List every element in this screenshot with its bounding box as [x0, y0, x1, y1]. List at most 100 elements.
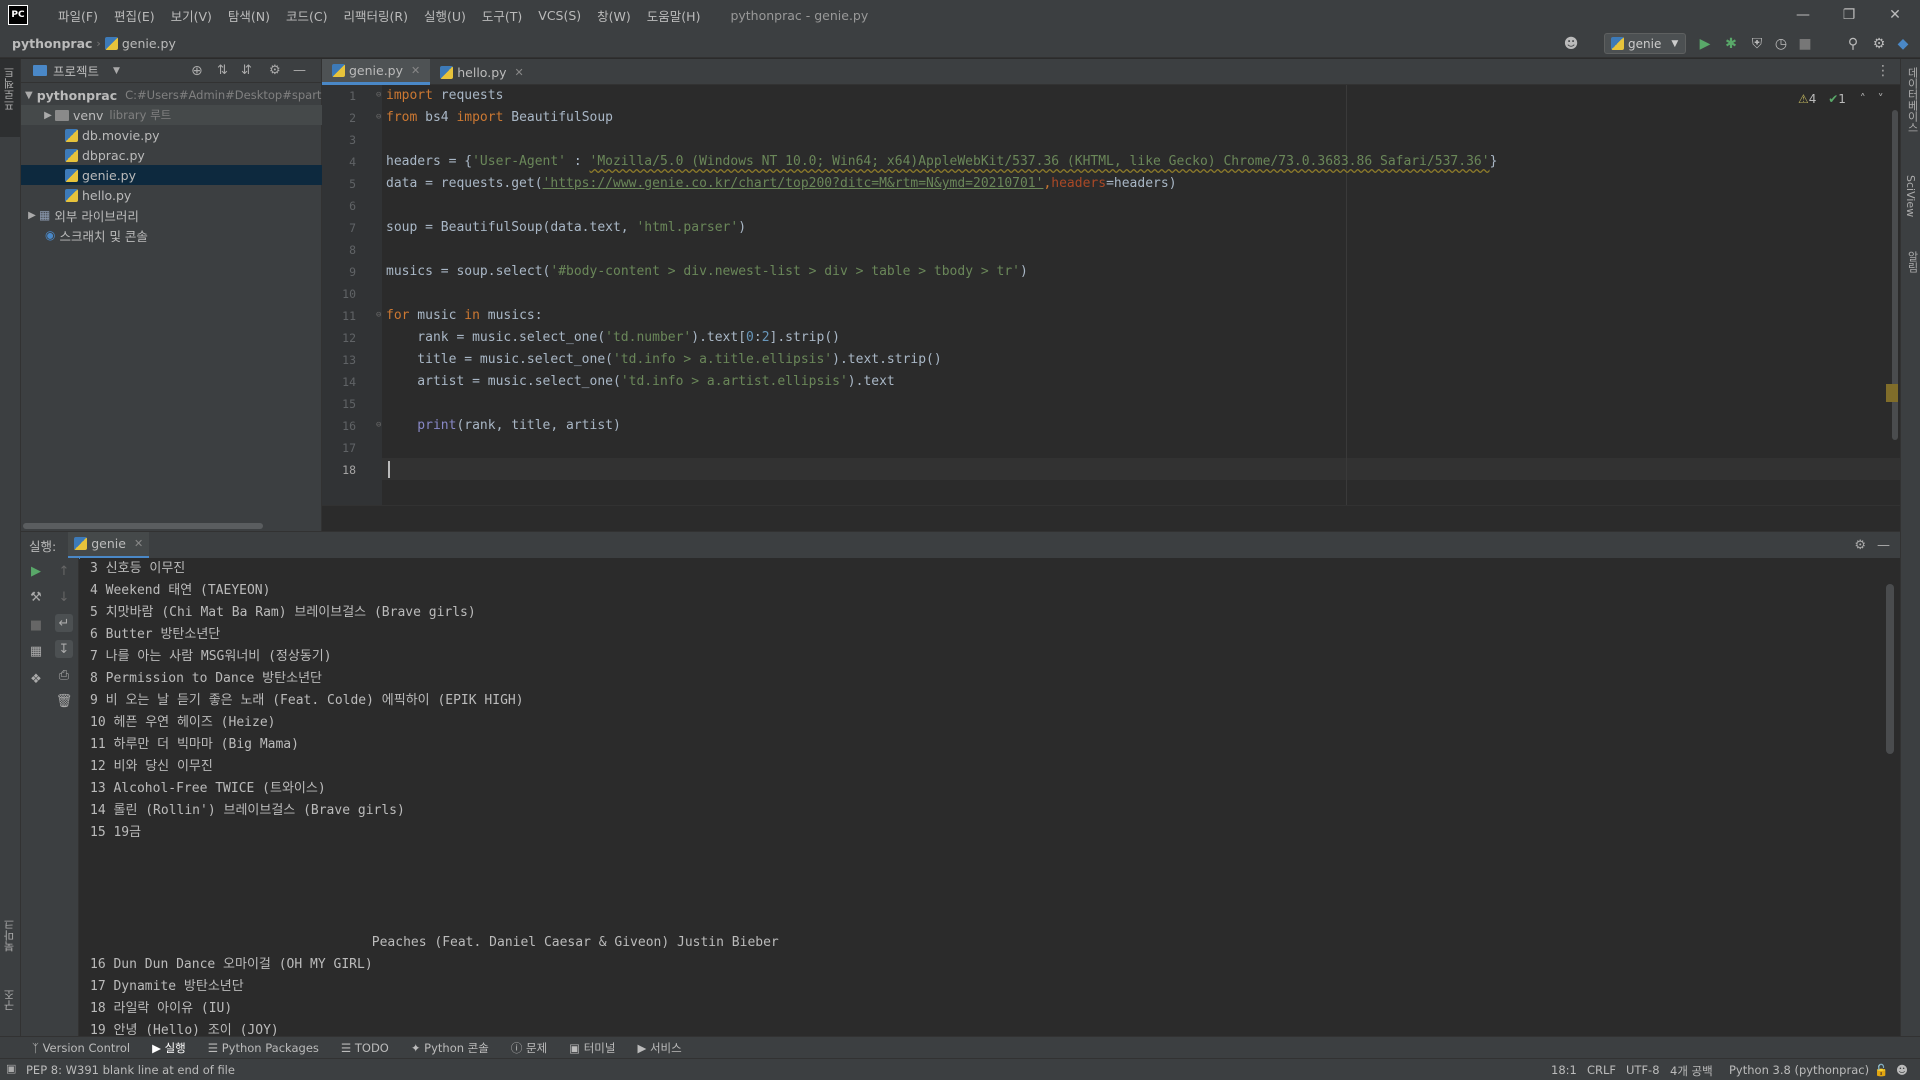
- code-editor[interactable]: import requests from bs4 import Beautifu…: [382, 85, 1900, 505]
- sciview-tool-button[interactable]: SciView: [1904, 175, 1917, 217]
- project-scrollbar[interactable]: [23, 523, 263, 529]
- tree-item-scratches[interactable]: ◉ 스크래치 및 콘솔: [21, 225, 322, 245]
- indent-setting[interactable]: 4개 공백: [1670, 1063, 1713, 1079]
- run-config-select[interactable]: genie ▼: [1604, 33, 1686, 54]
- expand-all-icon[interactable]: ⇅: [217, 63, 228, 78]
- menu-tools[interactable]: 도구(T): [474, 0, 530, 30]
- menu-edit[interactable]: 편집(E): [106, 0, 163, 30]
- tool-windows-toggle-icon[interactable]: ▣: [6, 1062, 16, 1075]
- tool-todo[interactable]: ☰ TODO: [341, 1041, 389, 1055]
- stop-icon[interactable]: ■: [27, 616, 45, 634]
- tool-run[interactable]: ▶ 실행: [152, 1040, 186, 1056]
- line-separator[interactable]: CRLF: [1587, 1063, 1616, 1077]
- profile-icon[interactable]: ◷: [1772, 35, 1790, 53]
- tree-item-file-selected[interactable]: genie.py: [21, 165, 322, 185]
- menu-refactor[interactable]: 리팩터링(R): [336, 0, 416, 30]
- wrench-icon[interactable]: ⚒: [27, 588, 45, 606]
- gear-icon[interactable]: ⚙: [269, 63, 281, 78]
- fold-marker-icon[interactable]: ⊖: [376, 112, 381, 122]
- chevron-up-icon[interactable]: ˄: [1860, 92, 1866, 106]
- close-icon[interactable]: ✕: [515, 66, 524, 79]
- layout-icon[interactable]: ▦: [27, 642, 45, 660]
- tool-python-console[interactable]: ✦ Python 콘솔: [411, 1040, 489, 1056]
- menu-help[interactable]: 도움말(H): [639, 0, 709, 30]
- project-panel-title[interactable]: 프로젝트: [53, 61, 99, 80]
- search-icon[interactable]: ⚲: [1844, 35, 1862, 53]
- lock-icon[interactable]: 🔓: [1874, 1063, 1888, 1077]
- breadcrumb-file[interactable]: genie.py: [101, 36, 180, 51]
- close-icon[interactable]: ✕: [411, 64, 420, 77]
- python-interpreter[interactable]: Python 3.8 (pythonprac): [1729, 1063, 1869, 1077]
- user-icon[interactable]: ☻: [1562, 35, 1580, 53]
- tab-genie-py[interactable]: genie.py ✕: [322, 59, 431, 85]
- locate-icon[interactable]: ⊕: [191, 63, 203, 79]
- hide-panel-icon[interactable]: —: [293, 63, 306, 78]
- caret-position[interactable]: 18:1: [1551, 1063, 1577, 1077]
- breadcrumb-project[interactable]: pythonprac: [8, 36, 96, 51]
- scroll-to-end-icon[interactable]: ↧: [55, 640, 73, 658]
- console-line: 13 Alcohol-Free TWICE (트와이스): [90, 781, 326, 796]
- rerun-icon[interactable]: ▶: [27, 562, 45, 580]
- structure-tool-button[interactable]: 구조: [2, 989, 18, 1011]
- chevron-down-icon[interactable]: ▼: [25, 90, 33, 101]
- menu-vcs[interactable]: VCS(S): [530, 0, 589, 30]
- menu-code[interactable]: 코드(C): [278, 0, 335, 30]
- run-tab-genie[interactable]: genie ✕: [68, 531, 150, 559]
- more-options-icon[interactable]: ⋮: [1876, 63, 1890, 79]
- fold-marker-icon[interactable]: ⊖: [376, 90, 381, 100]
- project-tool-button[interactable]: 프로젝트: [2, 67, 18, 111]
- tool-services[interactable]: ▶ 서비스: [637, 1040, 681, 1056]
- file-encoding[interactable]: UTF-8: [1626, 1063, 1660, 1077]
- run-console[interactable]: 3 신호등 이무진 4 Weekend 태연 (TAEYEON) 5 치맛바람 (C…: [80, 558, 1900, 1036]
- print-icon[interactable]: ⎙: [55, 666, 73, 684]
- minimize-icon[interactable]: —: [1780, 0, 1826, 30]
- bookmarks-tool-button[interactable]: 북마크: [2, 919, 18, 952]
- fold-marker-icon[interactable]: ⊖: [376, 310, 381, 320]
- menu-window[interactable]: 창(W): [589, 0, 639, 30]
- gear-icon[interactable]: ⚙: [1854, 538, 1866, 553]
- run-icon[interactable]: ▶: [1696, 35, 1714, 53]
- ide-logo-icon[interactable]: ◆: [1894, 35, 1912, 53]
- status-message[interactable]: PEP 8: W391 blank line at end of file: [26, 1063, 235, 1077]
- warning-marker[interactable]: [1886, 384, 1898, 402]
- tree-item-project-root[interactable]: ▼ pythonprac C:#Users#Admin#Desktop#spar…: [21, 85, 322, 105]
- tool-terminal[interactable]: ▣ 터미널: [569, 1040, 615, 1056]
- collapse-all-icon[interactable]: ⇵: [241, 63, 252, 78]
- tool-problems[interactable]: ⓘ 문제: [511, 1040, 547, 1056]
- tool-python-packages[interactable]: ☰ Python Packages: [208, 1041, 319, 1055]
- console-scrollbar[interactable]: [1886, 584, 1894, 754]
- coverage-icon[interactable]: ⛨: [1748, 35, 1766, 53]
- stop-icon[interactable]: ■: [1796, 35, 1814, 53]
- tree-item-file[interactable]: hello.py: [21, 185, 322, 205]
- chevron-down-icon[interactable]: ▼: [113, 66, 120, 76]
- close-window-icon[interactable]: ✕: [1872, 0, 1918, 30]
- tab-hello-py[interactable]: hello.py ✕: [430, 59, 534, 85]
- tree-item-external-libraries[interactable]: ▶ ▦ 외부 라이브러리: [21, 205, 322, 225]
- menu-run[interactable]: 실행(U): [416, 0, 474, 30]
- tree-item-file[interactable]: db.movie.py: [21, 125, 322, 145]
- menu-file[interactable]: 파일(F): [50, 0, 106, 30]
- pin-icon[interactable]: ❖: [27, 670, 45, 688]
- chevron-down-icon[interactable]: ˅: [1878, 92, 1884, 106]
- notifications-icon[interactable]: ☻: [1896, 1063, 1908, 1077]
- arrow-up-icon[interactable]: ↑: [55, 562, 73, 580]
- tree-item-file[interactable]: dbprac.py: [21, 145, 322, 165]
- inspection-summary[interactable]: ⚠4 ✔1 ˄ ˅: [1798, 92, 1884, 106]
- tree-item-venv[interactable]: ▶ venv library 루트: [21, 105, 322, 125]
- chevron-right-icon[interactable]: ▶: [25, 210, 39, 221]
- hide-panel-icon[interactable]: —: [1877, 538, 1890, 553]
- restore-icon[interactable]: ❐: [1826, 0, 1872, 30]
- tool-version-control[interactable]: ᛉ Version Control: [32, 1041, 130, 1055]
- database-tool-button[interactable]: 데이터베이스: [1904, 67, 1920, 133]
- chevron-right-icon[interactable]: ▶: [41, 110, 55, 121]
- menu-navigate[interactable]: 탐색(N): [220, 0, 278, 30]
- trash-icon[interactable]: 🗑: [55, 692, 73, 710]
- gear-icon[interactable]: ⚙: [1870, 35, 1888, 53]
- notifications-tool-button[interactable]: 알림: [1904, 251, 1920, 273]
- soft-wrap-icon[interactable]: ↵: [55, 614, 73, 632]
- menu-view[interactable]: 보기(V): [163, 0, 220, 30]
- close-icon[interactable]: ✕: [134, 537, 143, 550]
- debug-icon[interactable]: ✱: [1722, 35, 1740, 53]
- arrow-down-icon[interactable]: ↓: [55, 588, 73, 606]
- fold-marker-icon[interactable]: ⊖: [376, 420, 381, 430]
